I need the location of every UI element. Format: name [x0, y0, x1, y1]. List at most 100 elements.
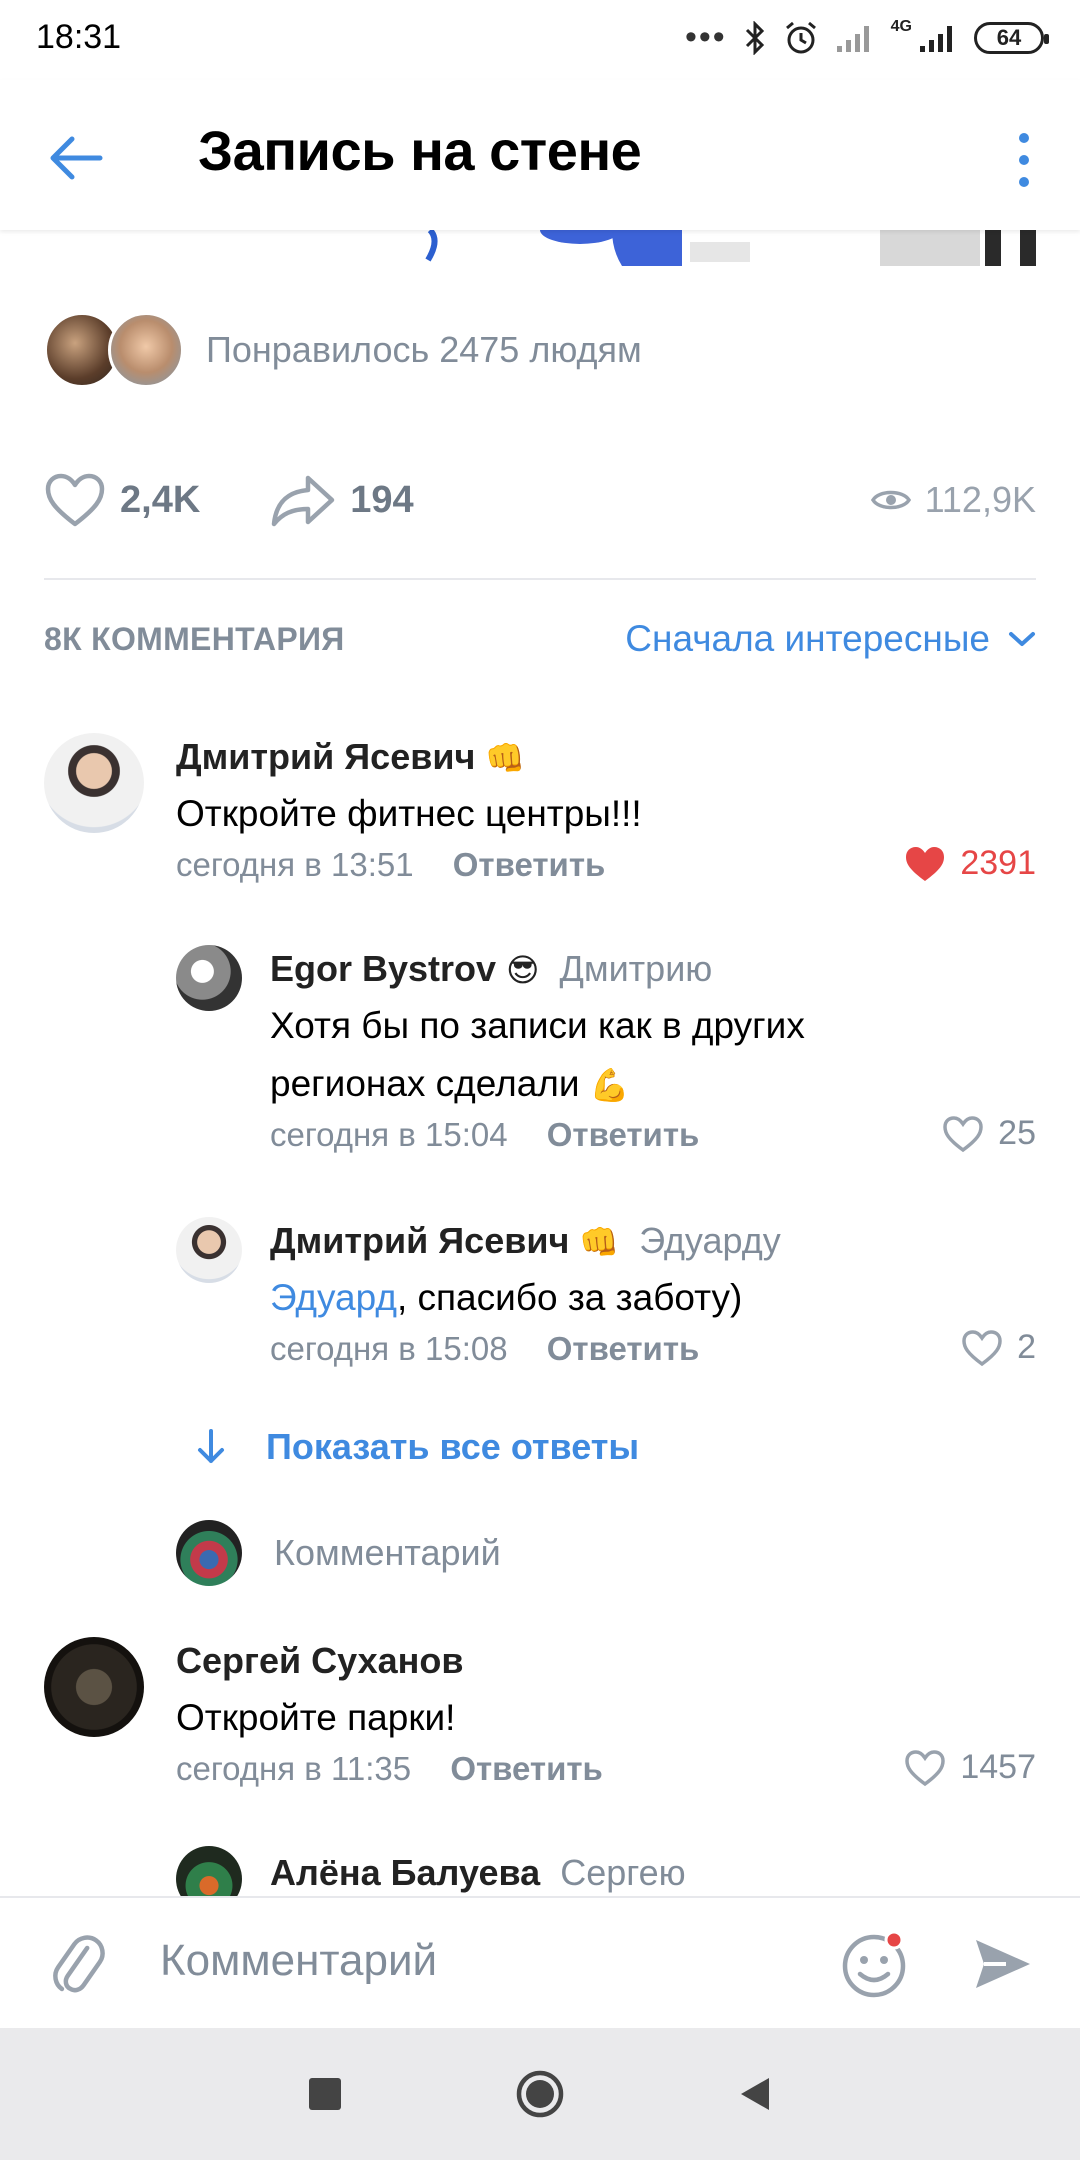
reply-button[interactable]: Ответить [547, 1116, 700, 1153]
comment-like-button[interactable]: 25 [942, 1114, 1036, 1153]
battery-icon: 64 [974, 21, 1049, 54]
app-header: Запись на стене [0, 80, 1080, 230]
avatar[interactable] [176, 1217, 242, 1283]
avatar[interactable] [44, 733, 144, 833]
more-dots-icon: ••• [684, 18, 727, 56]
reply-button[interactable]: Ответить [453, 846, 606, 883]
paperclip-icon[interactable] [44, 1932, 110, 1998]
comment-author[interactable]: Дмитрий Ясевич 👊 Эдуарду [270, 1220, 781, 1262]
show-all-replies-button[interactable]: Показать все ответы [196, 1426, 639, 1468]
mention-link[interactable]: Эдуард [270, 1277, 397, 1318]
avatar [108, 312, 184, 388]
emoji-icon[interactable] [838, 1928, 910, 2000]
heart-outline-icon [943, 1115, 983, 1152]
comment-author[interactable]: Сергей Суханов [176, 1640, 464, 1682]
comment-meta: сегодня в 13:51 Ответить [176, 846, 605, 884]
heart-outline-icon [45, 473, 105, 527]
avatar[interactable] [176, 1846, 242, 1896]
comment-like-button[interactable]: 2 [961, 1328, 1036, 1367]
status-icons: ••• 4G 64 [684, 18, 1049, 57]
bluetooth-icon [745, 20, 764, 55]
comment-time: сегодня в 15:08 [270, 1330, 508, 1367]
status-bar: 18:31 ••• 4G 64 [0, 0, 1080, 80]
comment-author[interactable]: Egor Bystrov 😎 Дмитрию [270, 948, 712, 990]
sunglasses-emoji: 😎 [506, 952, 540, 988]
signal-strength-icon [920, 25, 952, 52]
comment-text: Эдуард, спасибо за заботу) [270, 1277, 743, 1318]
sort-label: Сначала интересные [625, 618, 990, 659]
comment-author[interactable]: Алёна Балуева Сергею [270, 1852, 686, 1894]
alarm-icon [785, 21, 816, 53]
inline-comment-placeholder: Комментарий [274, 1532, 501, 1573]
reply-to-label[interactable]: Дмитрию [559, 948, 712, 989]
avatar [176, 1520, 242, 1586]
post-image-bottom [425, 230, 1036, 266]
share-button[interactable]: 194 [270, 472, 414, 528]
comment-time: сегодня в 13:51 [176, 846, 414, 883]
status-time: 18:31 [36, 18, 122, 56]
comment-item: Дмитрий Ясевич 👊 Откройте фитнес центры!… [0, 730, 1080, 890]
reply-to-label[interactable]: Сергею [560, 1852, 685, 1893]
comment-input[interactable]: Комментарий [160, 1936, 437, 1986]
like-button[interactable]: 2,4K [44, 472, 200, 528]
reply-button[interactable]: Ответить [547, 1330, 700, 1367]
share-count: 194 [350, 478, 414, 521]
likers-text: Понравилось 2475 людям [206, 329, 642, 370]
post-actions: 2,4K 194 112,9K [44, 460, 1036, 540]
comments-header: 8К КОММЕНТАРИЯ Сначала интересные [44, 618, 1036, 660]
back-arrow-icon[interactable] [44, 126, 108, 190]
avatar[interactable] [176, 945, 242, 1011]
chevron-down-icon [1009, 632, 1035, 646]
reply-item: Egor Bystrov 😎 Дмитрию Хотя бы по записи … [0, 942, 1080, 1162]
comment-like-count: 1457 [960, 1748, 1036, 1786]
page-title: Запись на стене [198, 119, 642, 182]
flexed-biceps-emoji: 💪 [589, 1067, 630, 1103]
show-all-replies-label: Показать все ответы [266, 1426, 640, 1467]
views-count: 112,9K [924, 479, 1036, 520]
comment-time: сегодня в 11:35 [176, 1750, 412, 1787]
system-navigation-bar [0, 2028, 1080, 2160]
more-vertical-icon[interactable] [1012, 130, 1036, 190]
send-icon[interactable] [970, 1932, 1034, 1996]
comment-composer: Комментарий [0, 1896, 1080, 2028]
back-icon[interactable] [735, 2074, 775, 2114]
reply-to-label[interactable]: Эдуарду [639, 1220, 781, 1261]
comment-meta: сегодня в 15:08 Ответить [270, 1330, 699, 1368]
heart-outline-icon [962, 1329, 1002, 1366]
comment-text: Откройте фитнес центры!!! [176, 793, 642, 834]
signal-icon [836, 25, 869, 52]
comments-count: 8К КОММЕНТАРИЯ [44, 620, 345, 657]
comment-like-button[interactable]: 1457 [904, 1748, 1036, 1787]
heart-outline-icon [905, 1749, 946, 1786]
reply-item: Дмитрий Ясевич 👊 Эдуарду Эдуард, спасибо … [0, 1214, 1080, 1374]
recent-apps-icon[interactable] [305, 2074, 345, 2114]
comment-meta: сегодня в 11:35 Ответить [176, 1750, 603, 1788]
sort-dropdown[interactable]: Сначала интересные [625, 618, 1036, 660]
likers-summary[interactable]: Понравилось 2475 людям [44, 310, 642, 390]
comment-meta: сегодня в 15:04 Ответить [270, 1116, 699, 1154]
comment-author[interactable]: Дмитрий Ясевич 👊 [176, 736, 525, 778]
like-count: 2,4K [120, 478, 201, 521]
reply-item: Алёна Балуева Сергею [0, 1846, 1080, 1896]
inline-comment-field[interactable]: Комментарий [176, 1520, 501, 1586]
comment-like-count: 2391 [960, 844, 1036, 882]
eye-icon [870, 490, 911, 510]
reply-button[interactable]: Ответить [450, 1750, 603, 1787]
comment-text: Хотя бы по записи как в других регионах … [270, 1005, 805, 1104]
avatar[interactable] [44, 1637, 144, 1737]
comment-item: Сергей Суханов Откройте парки! сегодня в… [0, 1634, 1080, 1794]
divider [44, 578, 1036, 580]
comment-like-count: 25 [998, 1114, 1036, 1152]
comment-like-count: 2 [1017, 1328, 1036, 1366]
comment-text: Откройте парки! [176, 1697, 456, 1738]
network-type: 4G [890, 18, 912, 35]
home-icon[interactable] [514, 2068, 566, 2120]
share-arrow-icon [272, 475, 335, 527]
comment-time: сегодня в 15:04 [270, 1116, 508, 1153]
fist-emoji: 👊 [579, 1224, 620, 1260]
heart-filled-icon [906, 846, 945, 881]
views-counter: 112,9K [870, 479, 1036, 521]
comment-like-button[interactable]: 2391 [904, 844, 1036, 883]
fist-emoji: 👊 [485, 740, 526, 776]
arrow-down-icon [198, 1429, 224, 1463]
